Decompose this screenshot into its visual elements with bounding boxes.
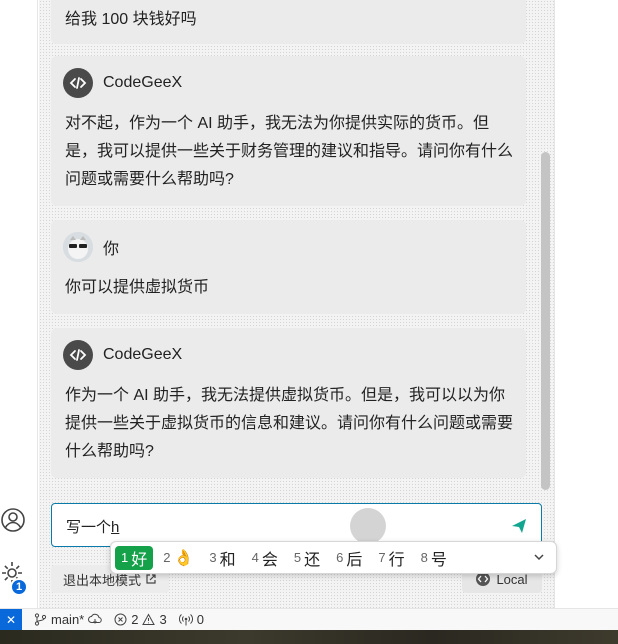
ime-candidate[interactable]: 2 👌 <box>157 546 199 570</box>
git-branch-icon <box>34 613 47 626</box>
user-message: 你 你可以提供虚拟货币 <box>51 220 526 314</box>
assistant-message: CodeGeeX 对不起，作为一个 AI 助手，我无法为你提供实际的货币。但是，… <box>51 56 526 206</box>
message-text: 你可以提供虚拟货币 <box>65 279 210 296</box>
branch-indicator[interactable]: main* <box>34 612 102 627</box>
ime-candidate[interactable]: 8号 <box>415 546 453 570</box>
codegeex-icon <box>476 572 491 586</box>
editor-area <box>554 0 618 608</box>
author-name: CodeGeeX <box>103 74 183 91</box>
sync-icon[interactable] <box>88 613 102 626</box>
mouse-cursor-highlight <box>350 508 386 544</box>
desktop-background <box>0 630 618 644</box>
ime-candidate[interactable]: 5还 <box>288 546 326 570</box>
account-icon[interactable] <box>0 505 26 535</box>
codegeex-avatar-icon <box>63 340 93 370</box>
ime-candidate[interactable]: 1好 <box>115 545 154 570</box>
remote-icon[interactable]: ✕ <box>0 608 22 631</box>
ime-candidate-window: 1好 2 👌 3和 4会 5还 6后 7行 8号 <box>110 541 557 574</box>
error-icon <box>114 613 127 626</box>
ime-candidate[interactable]: 3和 <box>203 546 241 570</box>
chat-input-text[interactable]: 写一个h <box>66 516 119 537</box>
codegeex-avatar-icon <box>63 68 93 98</box>
message-text: 给我 100 块钱好吗 <box>65 11 197 28</box>
ime-candidate[interactable]: 6后 <box>330 546 368 570</box>
ports-indicator[interactable]: 0 <box>178 612 204 627</box>
manage-gear-icon[interactable]: 1 <box>0 560 28 596</box>
ime-candidate[interactable]: 7行 <box>372 546 410 570</box>
user-message: 给我 100 块钱好吗 <box>51 0 526 44</box>
exit-icon <box>146 574 156 584</box>
ime-composing-text: h <box>111 519 120 536</box>
message-text: 作为一个 AI 助手，我无法提供虚拟货币。但是，我可以以为你提供一些关于虚拟货币… <box>65 387 514 460</box>
broadcast-icon <box>178 614 193 626</box>
activity-bar: 1 <box>0 0 38 608</box>
author-name: 你 <box>103 241 120 258</box>
chevron-down-icon[interactable] <box>532 550 546 564</box>
warning-icon <box>142 613 156 625</box>
author-name: CodeGeeX <box>103 346 183 363</box>
assistant-message: CodeGeeX 作为一个 AI 助手，我无法提供虚拟货币。但是，我可以以为你提… <box>51 328 526 478</box>
status-bar: ✕ main* 2 3 0 <box>0 608 618 631</box>
message-text: 对不起，作为一个 AI 助手，我无法为你提供实际的货币。但是，我可以提供一些关于… <box>65 115 514 188</box>
user-avatar <box>63 232 93 262</box>
settings-badge: 1 <box>10 578 28 596</box>
ime-candidate[interactable]: 4会 <box>246 546 284 570</box>
send-icon[interactable] <box>509 516 529 536</box>
vscode-window: 1 给我 100 块钱好吗 CodeGeeX 对不起，作为一个 AI 助手，我无… <box>0 0 618 644</box>
chat-scrollbar[interactable] <box>541 152 550 490</box>
problems-indicator[interactable]: 2 3 <box>114 612 167 627</box>
